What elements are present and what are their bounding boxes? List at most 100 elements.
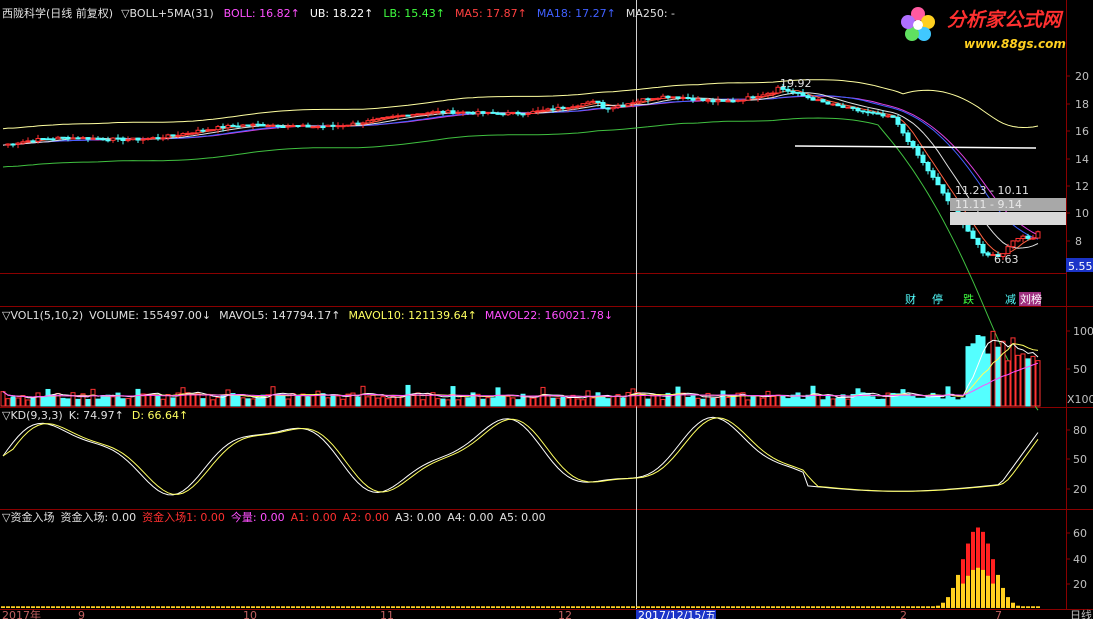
logo-title: 分析家公式网 — [947, 9, 1064, 31]
candle-body — [230, 124, 236, 127]
fund-bar — [221, 606, 225, 608]
volume-bar — [1000, 340, 1006, 407]
fund-bar — [781, 606, 785, 608]
volume-bar — [60, 397, 66, 407]
candle-body — [720, 99, 726, 102]
fund-bar — [826, 606, 830, 608]
fund-bar — [321, 606, 325, 608]
candle-body — [295, 125, 301, 128]
main-y-tick-label: 10 — [1075, 207, 1089, 220]
candle-body — [130, 137, 136, 141]
candle-body — [275, 124, 281, 128]
fund-bar — [936, 605, 940, 608]
main-header-item-2: BOLL: 16.82↑ — [224, 7, 300, 20]
mavol5-line — [2, 339, 1039, 399]
volume-bar — [335, 395, 341, 407]
volume-bar — [605, 398, 611, 407]
candle-body — [905, 132, 911, 142]
mavol10-line — [2, 342, 1039, 398]
fund-bar — [156, 606, 160, 608]
badge-jian[interactable]: 减 — [1005, 293, 1016, 306]
candle-body — [330, 124, 336, 127]
badge-liubang[interactable]: 刘榜 — [1020, 292, 1042, 306]
volume-bar — [445, 399, 451, 407]
candle-body — [245, 124, 251, 127]
candle-body — [235, 125, 241, 128]
vol-header-item-4: MAVOL22: 160021.78↓ — [485, 309, 613, 322]
candle-body — [125, 139, 131, 142]
candle-body — [815, 99, 821, 102]
badge-die[interactable]: 跌 — [963, 292, 974, 306]
volume-bar — [810, 385, 816, 407]
volume-bar — [295, 395, 301, 407]
fund-y-tick-label: 60 — [1073, 527, 1087, 540]
badge-ting[interactable]: 停 — [932, 292, 943, 306]
candle-body — [450, 110, 456, 114]
candle-body — [95, 137, 101, 140]
fund-bar — [181, 606, 185, 608]
volume-bar — [525, 395, 531, 407]
candle-body — [270, 124, 276, 127]
fund-bar — [386, 606, 390, 608]
candle-body — [1035, 231, 1041, 239]
fund-bar — [591, 606, 595, 608]
fund-bar — [431, 606, 435, 608]
fund-bar — [866, 606, 870, 608]
candle-body — [475, 111, 481, 115]
volume-bar — [455, 399, 461, 407]
fund-bar — [651, 606, 655, 608]
candle-body — [880, 113, 886, 117]
fund-bar — [691, 606, 695, 608]
volume-bar — [435, 398, 441, 407]
x-label-year: 2017年 — [2, 608, 41, 619]
volume-bar — [595, 392, 601, 407]
stock-chart[interactable]: 西陇科学(日线 前复权) ▽BOLL+5MA(31) BOLL: 16.82↑ UB:… — [0, 0, 1093, 619]
fund-bar — [666, 606, 670, 608]
main-y-tick-label: 20 — [1075, 70, 1089, 83]
x-label-10: 10 — [243, 609, 257, 619]
volume-bar — [575, 398, 581, 407]
fund-bar — [541, 606, 545, 608]
candle-body — [865, 111, 871, 114]
fund-bar — [391, 606, 395, 608]
candle-body — [410, 113, 416, 117]
volume-bar — [235, 395, 241, 407]
fund-bar — [841, 606, 845, 608]
volume-bar — [0, 391, 6, 407]
volume-bar — [870, 396, 876, 407]
candle-body — [580, 103, 586, 107]
fund-bar — [496, 606, 500, 608]
fund-bar — [351, 606, 355, 608]
fund-bar — [716, 606, 720, 608]
fund-bar — [41, 606, 45, 608]
logo-url: www.88gs.com — [964, 37, 1066, 51]
fund-bar — [191, 606, 195, 608]
main-y-tick-label: 18 — [1075, 98, 1089, 111]
candle-body — [325, 124, 331, 128]
volume-bar — [935, 394, 941, 407]
volume-bar — [100, 395, 106, 407]
fund-bar — [776, 606, 780, 608]
x-label-period: 日线 — [1070, 608, 1092, 619]
candle-body — [290, 125, 296, 128]
volume-bar — [510, 397, 516, 407]
candle-body — [60, 136, 66, 139]
fund-bar — [741, 606, 745, 608]
fund-bar — [196, 606, 200, 608]
volume-bar — [940, 398, 946, 407]
volume-bar — [250, 398, 256, 407]
fund-bar — [441, 606, 445, 608]
volume-bar — [355, 396, 361, 407]
volume-bar — [825, 394, 831, 407]
volume-bar — [460, 395, 466, 407]
candle-body — [395, 115, 401, 118]
fund-bar — [511, 606, 515, 608]
volume-bar — [160, 398, 166, 407]
fund-bar — [696, 606, 700, 608]
candle-body — [640, 98, 646, 102]
candle-body — [1010, 240, 1016, 248]
candle-body — [520, 113, 526, 116]
fund-bar — [711, 606, 715, 608]
y-axis-ticks: 20 18 16 14 12 10 8 100 50 80 50 20 60 40 20 — [1066, 70, 1093, 591]
badge-cai[interactable]: 财 — [905, 292, 916, 306]
